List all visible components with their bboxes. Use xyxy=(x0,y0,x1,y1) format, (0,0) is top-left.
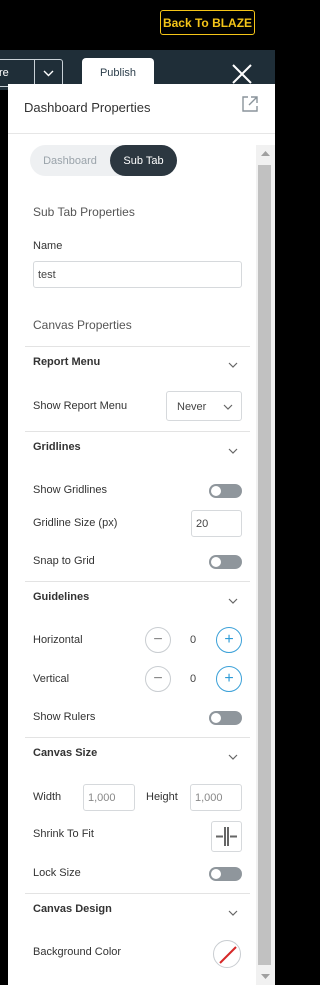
canvas-design-header[interactable]: Canvas Design xyxy=(33,903,112,915)
back-to-blaze-button[interactable]: Back To BLAZE xyxy=(160,10,255,35)
sub-tab-properties-heading: Sub Tab Properties xyxy=(33,205,135,219)
panel-scrollbar[interactable] xyxy=(256,145,275,985)
gridlines-header[interactable]: Gridlines xyxy=(33,441,81,453)
shrink-to-fit-label: Shrink To Fit xyxy=(33,828,94,840)
show-rulers-toggle[interactable] xyxy=(209,711,242,725)
background-color-swatch[interactable] xyxy=(213,940,241,968)
chevron-down-icon xyxy=(43,70,54,76)
top-bar: Back To BLAZE xyxy=(0,0,275,50)
tab-dashboard[interactable]: Dashboard xyxy=(30,145,110,176)
vertical-decrement-button[interactable]: − xyxy=(145,666,171,692)
height-value: 1,000 xyxy=(195,791,223,804)
height-input[interactable]: 1,000 xyxy=(190,784,242,811)
horizontal-decrement-button[interactable]: − xyxy=(145,627,171,653)
horizontal-label: Horizontal xyxy=(33,634,83,646)
name-input[interactable]: test xyxy=(33,261,242,288)
shrink-icon xyxy=(216,827,237,846)
vertical-value: 0 xyxy=(189,673,197,685)
divider xyxy=(25,737,250,738)
gridline-size-label: Gridline Size (px) xyxy=(33,517,118,529)
lock-size-label: Lock Size xyxy=(33,867,81,879)
close-icon[interactable] xyxy=(230,62,254,86)
toolbar-dropdown-button[interactable]: re xyxy=(0,59,34,87)
chevron-down-icon[interactable] xyxy=(228,362,238,368)
popout-icon[interactable] xyxy=(241,95,259,113)
snap-to-grid-toggle[interactable] xyxy=(209,555,242,569)
horizontal-increment-button[interactable]: + xyxy=(216,627,242,653)
chevron-down-icon[interactable] xyxy=(228,910,238,916)
name-input-value: test xyxy=(38,268,56,281)
show-gridlines-label: Show Gridlines xyxy=(33,484,107,496)
vertical-label: Vertical xyxy=(33,673,70,685)
canvas-properties-heading: Canvas Properties xyxy=(33,318,132,332)
chevron-down-icon[interactable] xyxy=(228,754,238,760)
chevron-down-icon[interactable] xyxy=(228,448,238,454)
horizontal-value: 0 xyxy=(189,634,197,646)
divider xyxy=(25,431,250,432)
snap-to-grid-label: Snap to Grid xyxy=(33,555,95,567)
panel-header: Dashboard Properties xyxy=(8,84,275,134)
background-color-label: Background Color xyxy=(33,946,122,958)
toolbar-dropdown-toggle[interactable] xyxy=(34,59,63,87)
show-report-menu-label: Show Report Menu xyxy=(33,400,128,412)
width-value: 1,000 xyxy=(88,791,116,804)
chevron-down-icon[interactable] xyxy=(228,598,238,604)
scrollbar-thumb[interactable] xyxy=(258,165,271,965)
show-report-menu-value: Never xyxy=(177,401,207,413)
lock-size-toggle[interactable] xyxy=(209,867,242,881)
canvas-size-header[interactable]: Canvas Size xyxy=(33,747,97,759)
divider xyxy=(25,346,250,347)
guidelines-header[interactable]: Guidelines xyxy=(33,591,89,603)
chevron-down-icon xyxy=(223,404,233,410)
show-rulers-label: Show Rulers xyxy=(33,711,96,723)
height-label: Height xyxy=(146,791,178,803)
show-report-menu-select[interactable]: Never xyxy=(166,391,242,421)
report-menu-header[interactable]: Report Menu xyxy=(33,356,100,368)
width-input[interactable]: 1,000 xyxy=(83,784,135,811)
panel-title: Dashboard Properties xyxy=(24,100,151,115)
shrink-to-fit-button[interactable] xyxy=(211,821,242,852)
gridline-size-input[interactable]: 20 xyxy=(191,510,242,537)
width-label: Width xyxy=(33,791,62,803)
tab-sub-tab[interactable]: Sub Tab xyxy=(110,145,177,176)
vertical-increment-button[interactable]: + xyxy=(216,666,242,692)
scroll-down-arrow-icon[interactable] xyxy=(256,967,275,985)
tab-switcher: Dashboard Sub Tab xyxy=(30,145,177,176)
gridline-size-value: 20 xyxy=(196,517,209,530)
divider xyxy=(25,581,250,582)
divider xyxy=(25,893,250,894)
scroll-up-arrow-icon[interactable] xyxy=(256,145,275,163)
show-gridlines-toggle[interactable] xyxy=(209,484,242,498)
name-label: Name xyxy=(33,240,63,252)
